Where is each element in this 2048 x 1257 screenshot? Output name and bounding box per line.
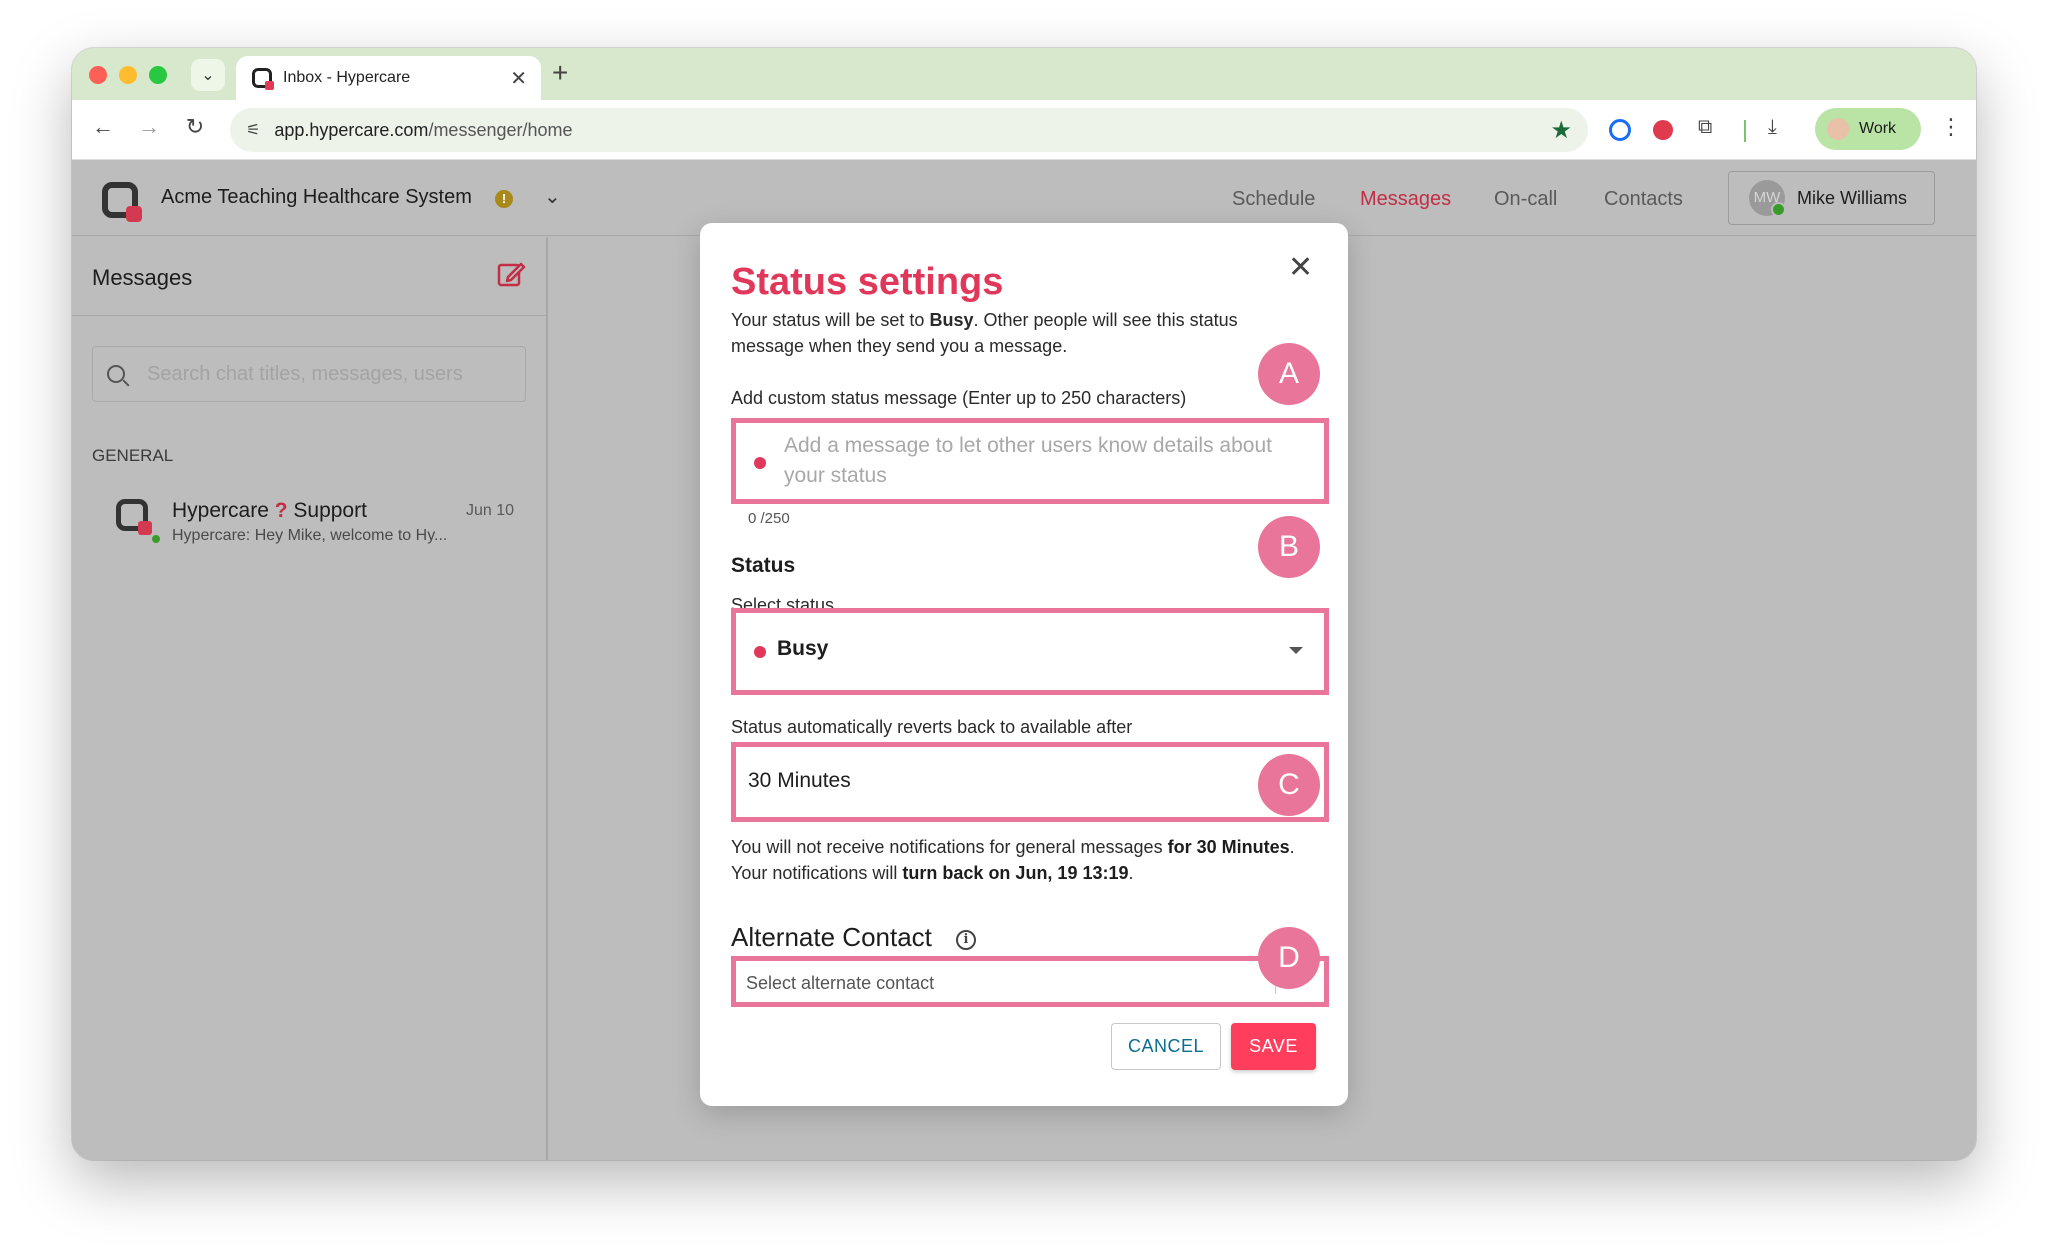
user-name: Mike Williams bbox=[1797, 187, 1907, 208]
reload-button[interactable]: ↻ bbox=[180, 114, 210, 140]
browser-window: ⌄ Inbox - Hypercare ✕ + ← → ↻ ⚟ app.hype… bbox=[72, 48, 1976, 1160]
url-text[interactable]: app.hypercare.com/messenger/home bbox=[274, 120, 1550, 141]
sidebar-title: Messages bbox=[92, 265, 193, 290]
revert-duration-value: 30 Minutes bbox=[748, 769, 851, 792]
browser-toolbar: ← → ↻ ⚟ app.hypercare.com/messenger/home… bbox=[72, 100, 1976, 160]
bookmark-star-icon[interactable]: ★ bbox=[1550, 116, 1572, 145]
alternate-contact-placeholder: Select alternate contact bbox=[746, 973, 935, 993]
forward-button[interactable]: → bbox=[134, 114, 164, 140]
cancel-button[interactable]: CANCEL bbox=[1111, 1023, 1221, 1070]
chat-title: Hypercare ? Support bbox=[172, 499, 367, 523]
url-path: /messenger/home bbox=[428, 119, 573, 140]
annotation-badge-b: B bbox=[1258, 516, 1320, 578]
tab-search-button[interactable]: ⌄ bbox=[191, 59, 225, 91]
berry-extension-icon[interactable] bbox=[1653, 120, 1673, 140]
custom-message-field[interactable] bbox=[731, 418, 1329, 504]
desc-text: Your status will be set to bbox=[731, 310, 930, 330]
extensions-puzzle-icon[interactable]: ⧉ bbox=[1698, 116, 1712, 139]
avatar: MW bbox=[1749, 180, 1786, 217]
profile-button[interactable]: Work bbox=[1815, 108, 1921, 150]
chat-title-part: Hypercare bbox=[172, 499, 269, 522]
org-name[interactable]: Acme Teaching Healthcare System bbox=[161, 186, 472, 209]
status-select[interactable]: Busy bbox=[731, 608, 1329, 695]
password-manager-extension-icon[interactable] bbox=[1609, 119, 1631, 141]
chat-date: Jun 10 bbox=[466, 502, 515, 519]
section-label-general: GENERAL bbox=[92, 446, 174, 465]
minimize-window-button[interactable] bbox=[119, 66, 137, 84]
chat-search-box[interactable] bbox=[92, 346, 526, 402]
toolbar-divider bbox=[1744, 120, 1746, 142]
chat-avatar-icon bbox=[116, 499, 152, 535]
revert-label: Status automatically reverts back to ava… bbox=[731, 717, 1133, 737]
status-select-value: Busy bbox=[777, 637, 829, 660]
messages-sidebar: Messages GENERAL Hypercare ? Support Jun… bbox=[72, 237, 548, 1160]
annotation-badge-d: D bbox=[1258, 927, 1320, 989]
nav-schedule[interactable]: Schedule bbox=[1232, 188, 1315, 211]
profile-label: Work bbox=[1859, 120, 1897, 137]
hypercare-logo-icon[interactable] bbox=[102, 182, 142, 222]
status-heading: Status bbox=[731, 554, 796, 577]
question-mark-icon: ? bbox=[274, 499, 288, 522]
close-icon[interactable]: ✕ bbox=[1288, 253, 1313, 283]
info-icon[interactable]: i bbox=[956, 930, 976, 950]
alternate-contact-select[interactable]: Select alternate contact bbox=[731, 956, 1329, 1007]
annotation-badge-a: A bbox=[1258, 343, 1320, 405]
online-status-icon bbox=[150, 533, 162, 545]
maximize-window-button[interactable] bbox=[149, 66, 167, 84]
nav-contacts[interactable]: Contacts bbox=[1604, 188, 1683, 211]
note-text: You will not receive notifications for g… bbox=[731, 837, 1168, 857]
desc-status: Busy bbox=[929, 310, 974, 330]
annotation-badge-c: C bbox=[1258, 754, 1320, 816]
character-counter: 0 /250 bbox=[748, 510, 790, 527]
url-domain: app.hypercare.com bbox=[274, 119, 429, 140]
site-settings-icon[interactable]: ⚟ bbox=[246, 120, 260, 140]
status-settings-dialog: Status settings ✕ Your status will be se… bbox=[700, 223, 1348, 1106]
close-tab-button[interactable]: ✕ bbox=[510, 66, 527, 91]
warning-icon: ! bbox=[495, 190, 513, 208]
address-bar[interactable]: ⚟ app.hypercare.com/messenger/home ★ bbox=[230, 108, 1588, 152]
dialog-description: Your status will be set to Busy. Other p… bbox=[731, 307, 1311, 359]
custom-message-label: Add custom status message (Enter up to 2… bbox=[731, 388, 1187, 408]
caret-down-icon bbox=[1289, 647, 1303, 654]
search-icon bbox=[107, 365, 125, 383]
dialog-title: Status settings bbox=[731, 261, 1004, 303]
alternate-contact-heading: Alternate Contact bbox=[731, 922, 932, 952]
browser-menu-icon[interactable]: ⋮ bbox=[1940, 114, 1962, 140]
compose-icon[interactable] bbox=[496, 259, 526, 289]
org-switcher-chevron-icon[interactable]: ⌄ bbox=[544, 184, 561, 209]
busy-dot-icon bbox=[754, 457, 766, 469]
back-button[interactable]: ← bbox=[88, 114, 118, 140]
download-icon[interactable]: ⤓ bbox=[1768, 116, 1777, 139]
chat-title-part: Support bbox=[293, 499, 367, 522]
busy-dot-icon bbox=[754, 646, 766, 658]
user-menu-button[interactable]: MW Mike Williams bbox=[1728, 171, 1935, 225]
list-item[interactable]: Hypercare ? Support Jun 10 Hypercare: He… bbox=[72, 481, 546, 553]
note-duration: for 30 Minutes bbox=[1167, 837, 1290, 857]
profile-avatar-icon bbox=[1827, 118, 1849, 140]
tab-strip: ⌄ Inbox - Hypercare ✕ + bbox=[72, 48, 1976, 100]
custom-message-input[interactable] bbox=[784, 431, 1304, 493]
save-button[interactable]: SAVE bbox=[1231, 1023, 1316, 1070]
nav-messages[interactable]: Messages bbox=[1360, 188, 1451, 211]
note-resume-time: turn back on Jun, 19 13:19 bbox=[902, 863, 1129, 883]
hypercare-favicon-icon bbox=[252, 68, 274, 90]
chat-search-input[interactable] bbox=[147, 362, 517, 386]
revert-duration-select[interactable]: 30 Minutes bbox=[731, 742, 1329, 822]
tab-inbox[interactable]: Inbox - Hypercare ✕ bbox=[236, 56, 541, 100]
chevron-down-icon: ⌄ bbox=[201, 67, 215, 84]
tab-title: Inbox - Hypercare bbox=[283, 69, 411, 86]
nav-oncall[interactable]: On-call bbox=[1494, 188, 1557, 211]
new-tab-button[interactable]: + bbox=[552, 57, 568, 89]
sidebar-divider bbox=[72, 315, 546, 316]
chat-preview: Hypercare: Hey Mike, welcome to Hy... bbox=[172, 527, 448, 544]
note-text: . bbox=[1128, 863, 1134, 883]
notification-note: You will not receive notifications for g… bbox=[731, 834, 1311, 886]
close-window-button[interactable] bbox=[89, 66, 107, 84]
